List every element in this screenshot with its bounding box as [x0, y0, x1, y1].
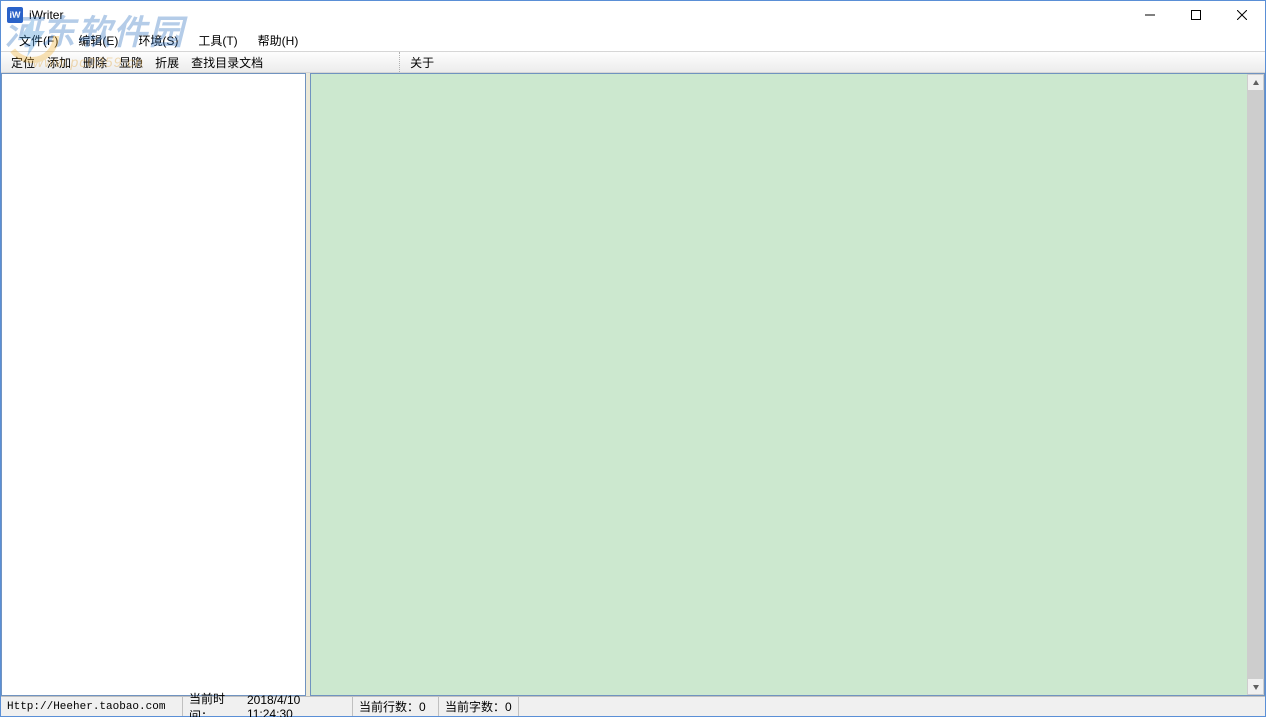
status-chars: 当前字数：0 — [439, 697, 519, 716]
window-controls — [1127, 1, 1265, 29]
menu-help[interactable]: 帮助(H) — [248, 29, 309, 52]
maximize-button[interactable] — [1173, 1, 1219, 29]
status-lines-value: 0 — [419, 700, 426, 714]
close-button[interactable] — [1219, 1, 1265, 29]
menu-file[interactable]: 文件(F) — [9, 29, 68, 52]
status-lines-label: 当前行数： — [359, 698, 419, 715]
toolbar-group-about: 关于 — [399, 52, 440, 72]
content-area — [1, 73, 1265, 696]
status-time-value: 2018/4/10 11:24:30 — [247, 693, 346, 717]
tb-locate[interactable]: 定位 — [5, 53, 41, 71]
window-title: iWriter — [29, 8, 63, 22]
tb-fold-expand[interactable]: 折展 — [149, 53, 185, 71]
status-time-label: 当前时间： — [189, 690, 247, 717]
vertical-scrollbar[interactable] — [1247, 74, 1264, 695]
menu-edit[interactable]: 编辑(E) — [68, 29, 128, 52]
tb-toggle-visibility[interactable]: 显隐 — [113, 53, 149, 71]
scroll-up-arrow[interactable] — [1247, 74, 1264, 91]
status-time: 当前时间：2018/4/10 11:24:30 — [183, 697, 353, 716]
directory-tree-panel[interactable] — [1, 73, 306, 696]
tb-search-doc[interactable]: 查找目录文档 — [185, 53, 269, 71]
title-bar[interactable]: iW iWriter — [1, 1, 1265, 29]
status-chars-value: 0 — [505, 700, 512, 714]
menu-bar: 文件(F) 编辑(E) 环境(S) 工具(T) 帮助(H) — [1, 29, 1265, 51]
scroll-down-arrow[interactable] — [1247, 678, 1264, 695]
text-editor[interactable] — [311, 74, 1247, 695]
menu-environment[interactable]: 环境(S) — [128, 29, 188, 52]
status-lines: 当前行数：0 — [353, 697, 439, 716]
minimize-button[interactable] — [1127, 1, 1173, 29]
app-icon: iW — [7, 7, 23, 23]
status-chars-label: 当前字数： — [445, 698, 505, 715]
tb-add[interactable]: 添加 — [41, 53, 77, 71]
editor-container — [310, 73, 1265, 696]
toolbar-group-main: 定位 添加 删除 显隐 折展 查找目录文档 — [1, 52, 269, 72]
tb-delete[interactable]: 删除 — [77, 53, 113, 71]
status-bar: Http://Heeher.taobao.com 当前时间：2018/4/10 … — [1, 696, 1265, 716]
scroll-thumb[interactable] — [1247, 91, 1264, 678]
menu-tools[interactable]: 工具(T) — [188, 29, 247, 52]
app-window: iW iWriter 文件(F) 编辑(E) 环境(S) 工具(T) 帮助(H)… — [0, 0, 1266, 717]
status-url: Http://Heeher.taobao.com — [1, 697, 183, 716]
scroll-track[interactable] — [1247, 91, 1264, 678]
tb-about[interactable]: 关于 — [404, 53, 440, 71]
toolbar: 定位 添加 删除 显隐 折展 查找目录文档 关于 — [1, 51, 1265, 73]
